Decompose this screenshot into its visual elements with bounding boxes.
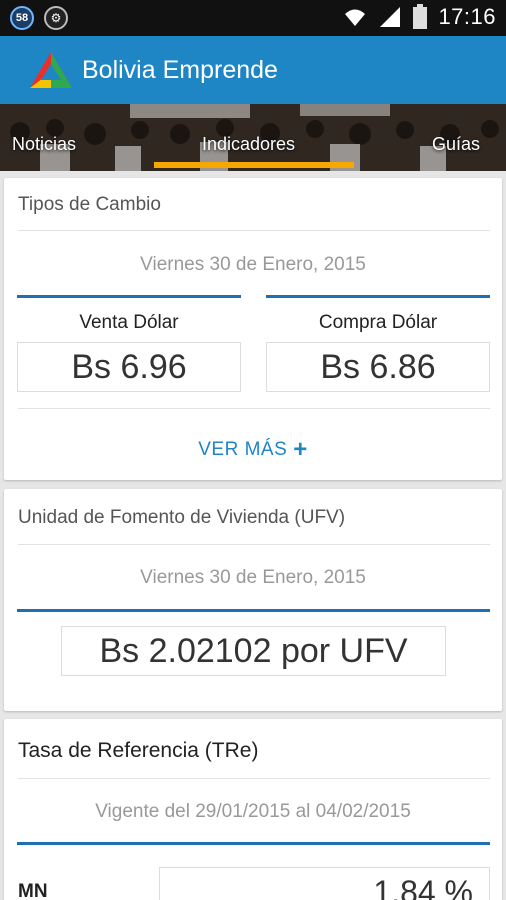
card-title: Tasa de Referencia (TRe): [18, 739, 259, 762]
exchange-rate-card: Tipos de Cambio Viernes 30 de Enero, 201…: [4, 178, 502, 480]
status-bar: 58 ⚙ 17:16: [0, 0, 506, 36]
exchange-date: Viernes 30 de Enero, 2015: [140, 254, 366, 275]
sell-value: Bs 6.96: [17, 342, 241, 392]
ufv-value: Bs 2.02102 por UFV: [61, 626, 446, 676]
card-title: Tipos de Cambio: [18, 194, 161, 215]
divider: [18, 230, 490, 231]
app-logo-icon: [30, 52, 72, 88]
tab-guias[interactable]: Guías: [432, 134, 480, 155]
divider-accent: [17, 842, 490, 845]
sell-label: Venta Dólar: [79, 312, 179, 333]
tre-card: Tasa de Referencia (TRe) Vigente del 29/…: [4, 719, 502, 900]
app-bar: Bolivia Emprende: [0, 36, 506, 104]
ufv-date: Viernes 30 de Enero, 2015: [140, 567, 366, 588]
tre-validity: Vigente del 29/01/2015 al 04/02/2015: [95, 801, 411, 822]
tab-noticias[interactable]: Noticias: [12, 134, 76, 155]
divider-accent: [17, 609, 490, 612]
mn-value: 1.84 %: [159, 867, 490, 900]
battery-icon: [413, 4, 428, 29]
plus-icon: +: [293, 436, 308, 463]
divider: [18, 544, 490, 545]
see-more-button[interactable]: VER MÁS +: [4, 436, 502, 464]
divider-accent: [266, 295, 490, 298]
tab-indicadores[interactable]: Indicadores: [202, 134, 295, 155]
divider: [18, 408, 490, 409]
tab-selected-indicator: [154, 162, 354, 168]
buy-value: Bs 6.86: [266, 342, 490, 392]
tab-strip: Noticias Indicadores Guías: [0, 104, 506, 171]
clock: 17:16: [438, 4, 496, 29]
card-title: Unidad de Fomento de Vivienda (UFV): [18, 507, 346, 528]
divider-accent: [17, 295, 241, 298]
mn-label: MN: [18, 881, 48, 900]
see-more-label: VER MÁS: [198, 439, 288, 460]
ufv-card: Unidad de Fomento de Vivienda (UFV) Vier…: [4, 489, 502, 711]
buy-label: Compra Dólar: [318, 312, 438, 333]
notification-app-icon: ⚙: [44, 6, 68, 30]
wifi-icon: [345, 9, 366, 26]
signal-icon: [380, 7, 401, 27]
divider: [18, 778, 490, 779]
app-title: Bolivia Emprende: [82, 56, 278, 84]
notification-badge-icon: 58: [10, 6, 34, 30]
